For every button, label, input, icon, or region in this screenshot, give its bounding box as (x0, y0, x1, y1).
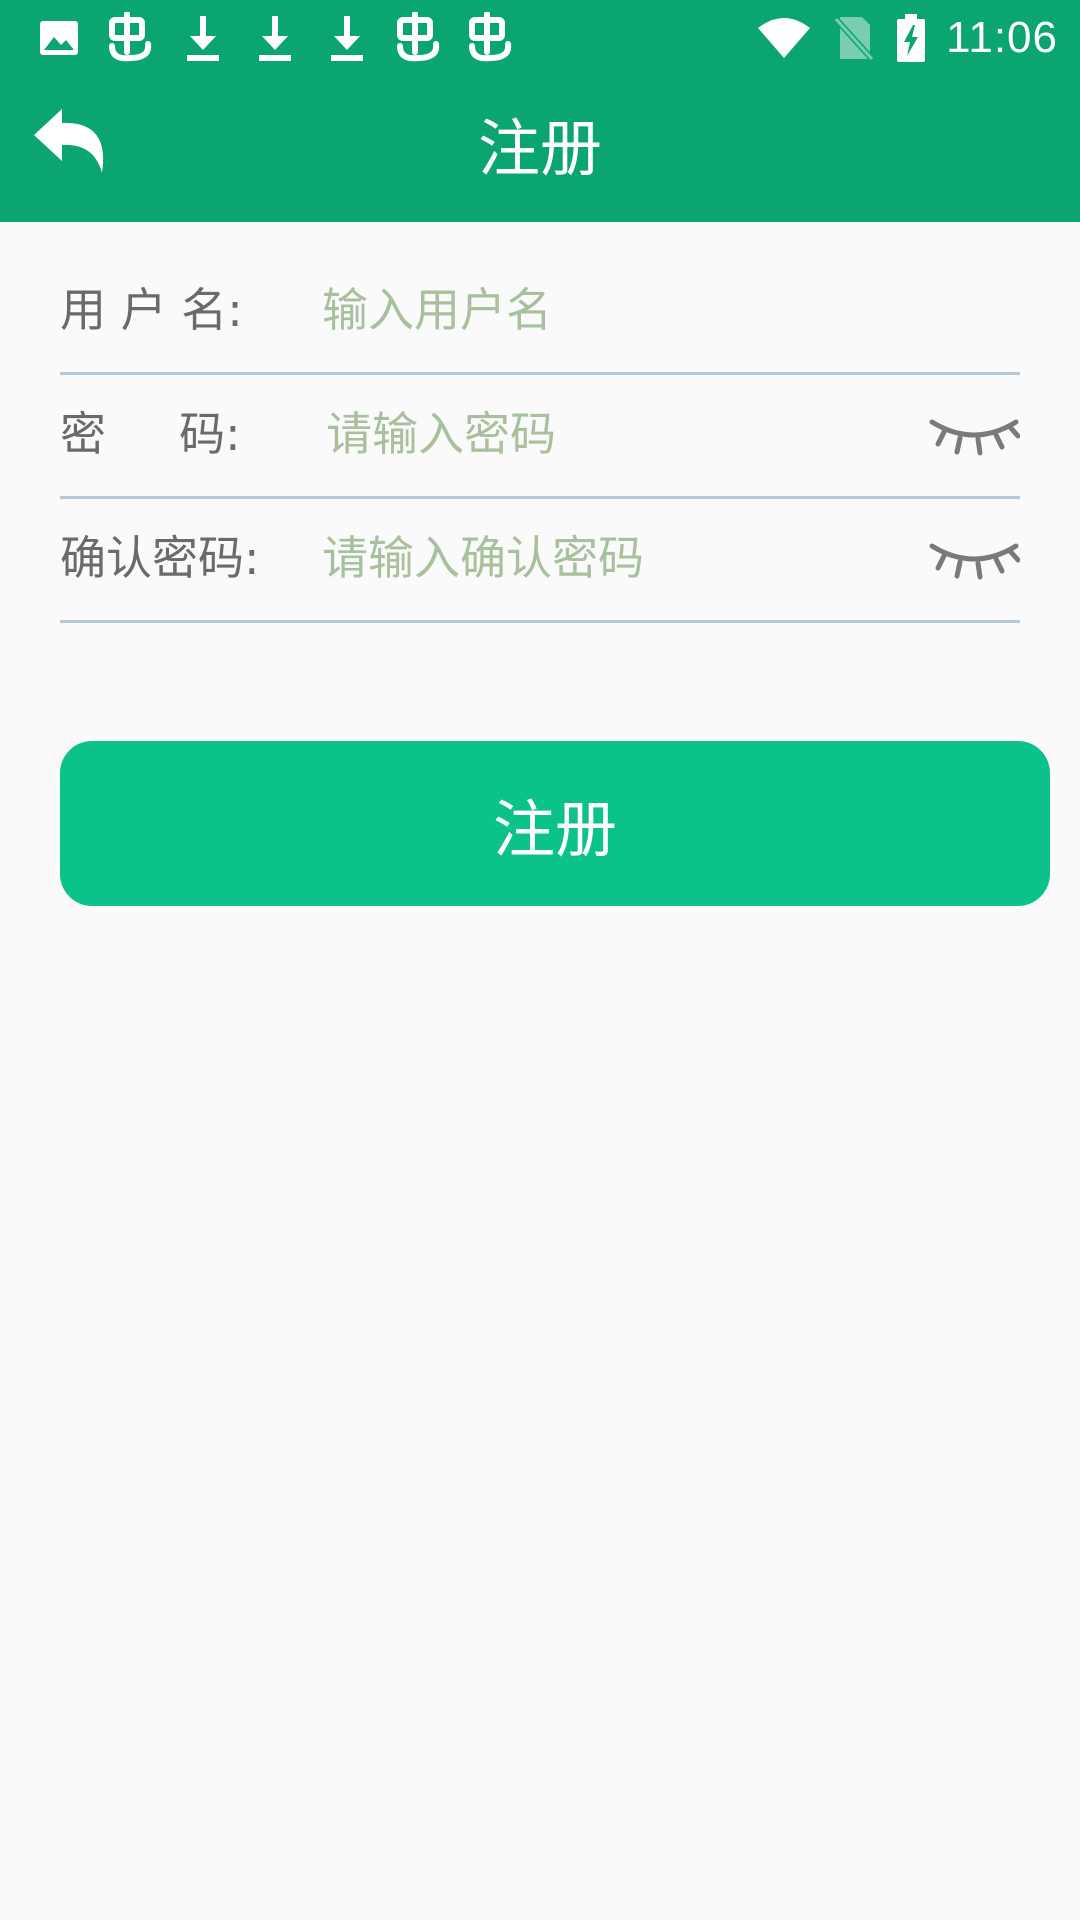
eye-closed-icon (929, 419, 1021, 456)
battery-charging-icon (896, 13, 926, 63)
confirm-password-label: 确认密码: (60, 531, 260, 585)
password-label: 密 码: (60, 407, 241, 461)
back-button[interactable] (30, 103, 120, 193)
bug-icon (102, 8, 160, 68)
download-icon (174, 8, 232, 68)
status-clock: 11:06 (946, 13, 1058, 62)
confirm-password-visibility-toggle[interactable] (928, 532, 1021, 586)
username-input[interactable] (322, 272, 942, 348)
username-row: 用 户 名: (60, 248, 1020, 375)
bug-icon (390, 8, 448, 68)
bug-icon (462, 8, 520, 68)
password-input[interactable] (326, 396, 946, 472)
password-visibility-toggle[interactable] (928, 408, 1021, 462)
app-bar: 注册 (0, 75, 1080, 222)
username-label: 用 户 名: (60, 283, 243, 337)
download-icon (318, 8, 376, 68)
confirm-password-input[interactable] (322, 520, 942, 596)
eye-closed-icon (929, 543, 1021, 580)
wifi-icon (756, 16, 812, 60)
status-bar: 11:06 (0, 0, 1080, 75)
notification-icons (30, 8, 534, 68)
image-icon (30, 8, 88, 68)
no-sim-icon (834, 15, 875, 61)
confirm-password-row: 确认密码: (60, 496, 1021, 623)
system-icons: 11:06 (734, 8, 1058, 68)
password-row: 密 码: (60, 372, 1021, 499)
register-button[interactable]: 注册 (60, 741, 1050, 906)
download-icon (246, 8, 304, 68)
back-arrow-icon (34, 109, 104, 173)
page-title: 注册 (477, 112, 602, 185)
